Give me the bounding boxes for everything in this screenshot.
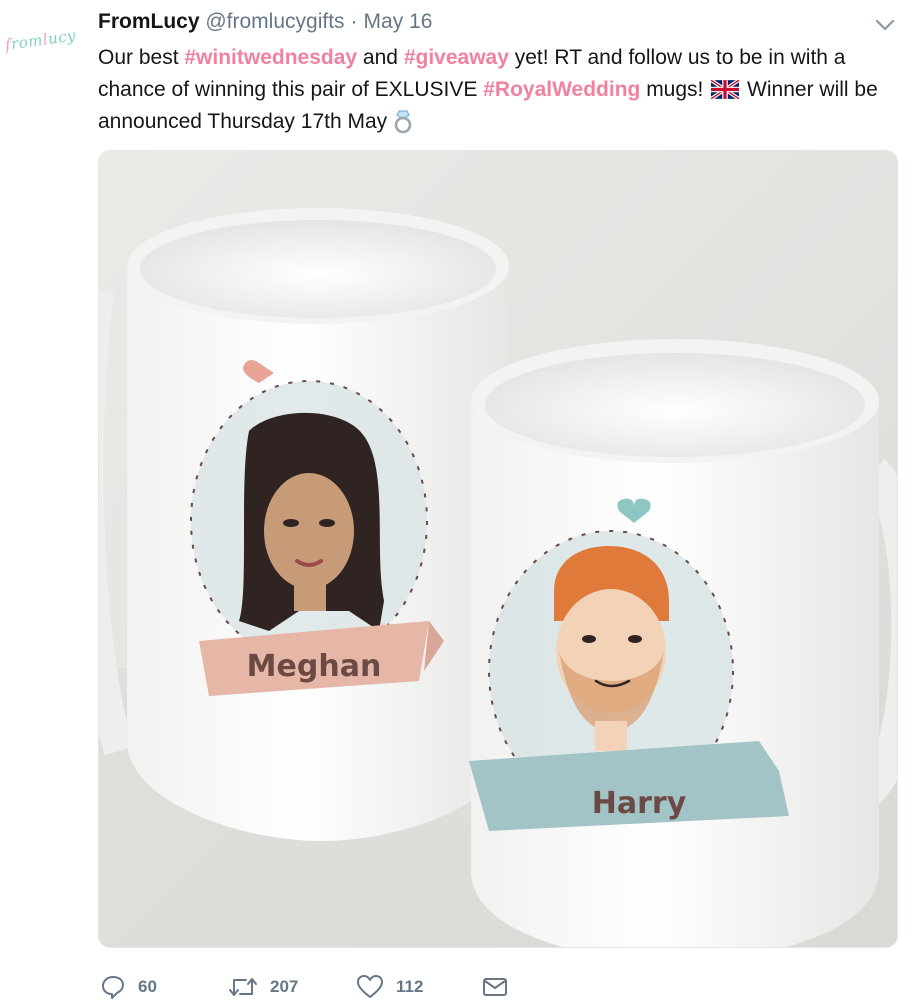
reply-count: 60 (138, 977, 157, 996)
ring-icon (394, 110, 412, 134)
envelope-icon (483, 978, 507, 996)
avatar-logo: fromlucy (3, 26, 78, 54)
chevron-down-icon[interactable] (874, 14, 896, 36)
uk-flag-icon (711, 80, 740, 99)
reply-button[interactable]: 60 (100, 972, 157, 1002)
tweet-header: FromLucy @fromlucygifts · May 16 (98, 10, 432, 38)
retweet-button[interactable]: 207 (228, 972, 298, 1002)
tweet-actions: 60 207 112 (98, 972, 898, 1002)
meghan-label: Meghan (247, 649, 382, 684)
separator: · (350, 10, 358, 33)
like-count: 112 (396, 977, 424, 996)
text-part: Our best (98, 46, 185, 69)
tweet-text: Our best #winitwednesday and #giveaway y… (98, 42, 898, 138)
hashtag-royalwedding[interactable]: #RoyalWedding (483, 78, 640, 101)
hashtag-winitwednesday[interactable]: #winitwednesday (184, 46, 357, 69)
tweet-date[interactable]: May 16 (364, 10, 433, 33)
dm-button[interactable] (482, 972, 520, 1002)
avatar[interactable]: fromlucy (4, 26, 83, 66)
author-name[interactable]: FromLucy (98, 10, 200, 33)
text-part: and (357, 46, 404, 69)
retweet-count: 207 (270, 977, 299, 996)
heart-icon (357, 975, 383, 998)
text-part: mugs! (640, 78, 710, 101)
tweet: fromlucy FromLucy @fromlucygifts · May 16 … (0, 0, 914, 1008)
mugs-photo: Meghan Harry (99, 151, 897, 947)
reply-icon (102, 976, 124, 999)
tweet-photo[interactable]: Meghan Harry (98, 150, 898, 948)
hashtag-giveaway[interactable]: #giveaway (404, 46, 509, 69)
author-handle[interactable]: @fromlucygifts (205, 10, 344, 33)
retweet-icon (229, 978, 257, 996)
harry-label: Harry (592, 786, 687, 821)
like-button[interactable]: 112 (356, 972, 423, 1002)
